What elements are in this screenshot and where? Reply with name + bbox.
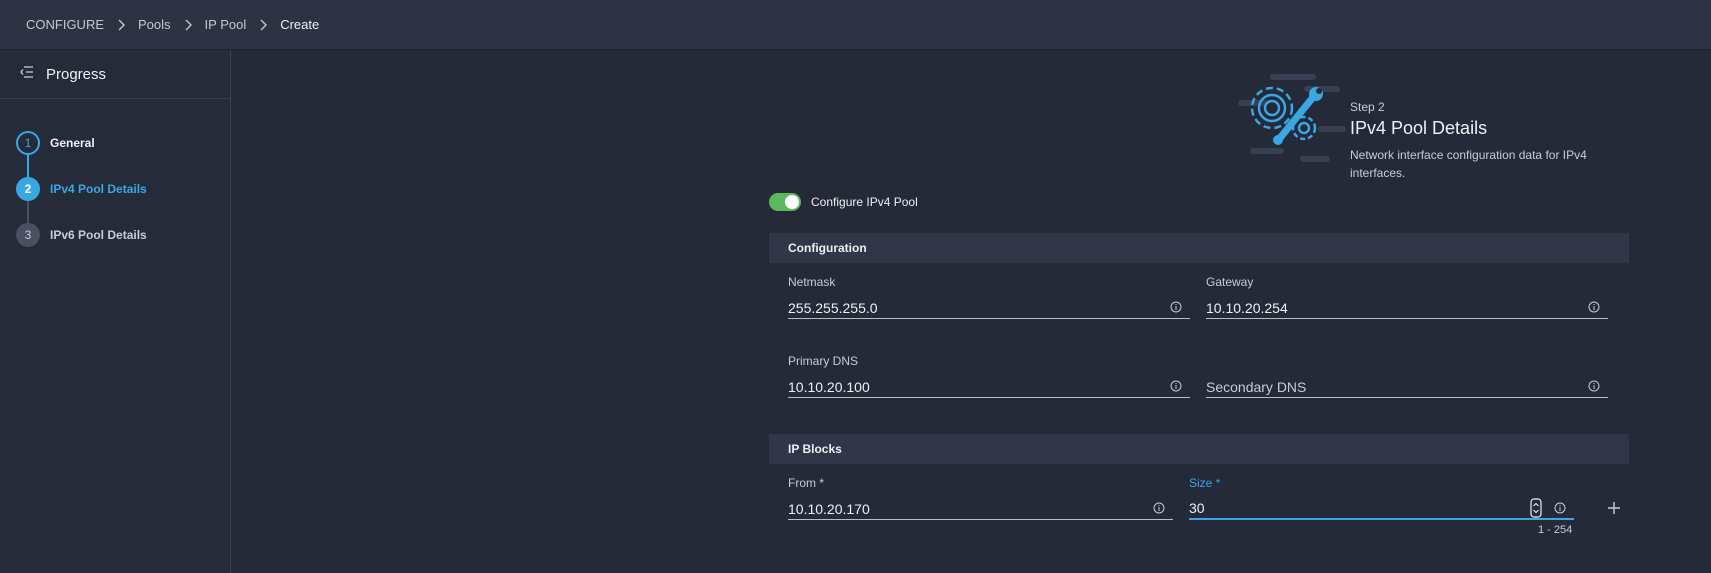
breadcrumb-pools[interactable]: Pools (138, 17, 171, 32)
collapse-menu-icon[interactable] (20, 65, 34, 83)
netmask-field: Netmask 255.255.255.0 (788, 275, 1190, 319)
step-label: IPv6 Pool Details (50, 228, 147, 242)
step-number-label: Step 2 (1350, 100, 1385, 114)
info-icon[interactable] (1153, 502, 1165, 514)
step-label: General (50, 136, 95, 150)
configuration-section-header: Configuration (769, 233, 1629, 263)
page-description: Network interface configuration data for… (1350, 148, 1587, 180)
main-content: Step 2 IPv4 Pool Details Network interfa… (232, 50, 1711, 573)
gateway-input[interactable]: 10.10.20.254 (1206, 297, 1608, 319)
ip-blocks-section-header: IP Blocks (769, 434, 1629, 464)
step-header: Step 2 IPv4 Pool Details Network interfa… (994, 70, 1587, 210)
section-title: IP Blocks (788, 442, 842, 456)
primary-dns-input[interactable]: 10.10.20.100 (788, 376, 1190, 398)
step-number: 3 (16, 223, 40, 247)
gateway-field: Gateway 10.10.20.254 (1206, 275, 1608, 319)
stepper-icon[interactable] (1530, 498, 1542, 518)
netmask-label: Netmask (788, 275, 836, 289)
step-connector (27, 155, 29, 179)
section-title: Configuration (788, 241, 867, 255)
step-ipv6-pool-details[interactable]: 3 IPv6 Pool Details (0, 212, 230, 258)
from-input[interactable]: 10.10.20.170 (788, 498, 1173, 520)
sidebar-title: Progress (46, 65, 107, 83)
step-number: 2 (16, 177, 40, 201)
breadcrumb-ip-pool[interactable]: IP Pool (205, 17, 247, 32)
size-input[interactable]: 30 (1189, 498, 1574, 520)
netmask-input[interactable]: 255.255.255.0 (788, 297, 1190, 319)
netmask-value: 255.255.255.0 (788, 299, 878, 316)
step-ipv4-pool-details[interactable]: 2 IPv4 Pool Details (0, 166, 230, 212)
progress-steps: 1 General 2 IPv4 Pool Details 3 IPv6 Poo… (0, 99, 230, 258)
chevron-right-icon (118, 19, 126, 31)
page-title: IPv4 Pool Details (1350, 118, 1488, 138)
step-general[interactable]: 1 General (0, 120, 230, 166)
step-number: 1 (16, 131, 40, 155)
primary-dns-label: Primary DNS (788, 354, 859, 368)
secondary-dns-field: Secondary DNS (1206, 354, 1608, 398)
secondary-dns-placeholder: Secondary DNS (1206, 378, 1307, 395)
size-label: Size * (1189, 476, 1221, 490)
info-icon[interactable] (1588, 380, 1600, 392)
breadcrumb: CONFIGURE Pools IP Pool Create (0, 0, 1711, 50)
toggle-label: Configure IPv4 Pool (811, 195, 918, 209)
from-field: From * 10.10.20.170 (788, 476, 1173, 520)
primary-dns-field: Primary DNS 10.10.20.100 (788, 354, 1190, 398)
breadcrumb-create: Create (280, 17, 320, 32)
progress-sidebar: Progress 1 General 2 IPv4 Pool Details 3… (0, 50, 231, 573)
info-icon[interactable] (1588, 301, 1600, 313)
plus-icon[interactable] (1607, 501, 1621, 515)
size-value: 30 (1189, 500, 1205, 516)
breadcrumb-configure[interactable]: CONFIGURE (26, 17, 104, 32)
chevron-right-icon (185, 19, 193, 31)
step-label: IPv4 Pool Details (50, 182, 147, 196)
info-icon[interactable] (1554, 502, 1566, 514)
step-connector (27, 201, 29, 225)
from-value: 10.10.20.170 (788, 500, 870, 517)
primary-dns-value: 10.10.20.100 (788, 378, 870, 395)
from-label: From * (788, 476, 824, 490)
gear-wrench-icon (1238, 74, 1346, 162)
info-icon[interactable] (1170, 380, 1182, 392)
size-field: Size * 30 (1189, 476, 1574, 520)
sidebar-header: Progress (0, 50, 230, 99)
toggle-knob (785, 195, 799, 209)
configure-ipv4-toggle[interactable] (769, 193, 801, 211)
chevron-right-icon (260, 19, 268, 31)
configure-ipv4-toggle-row: Configure IPv4 Pool (769, 193, 918, 211)
size-range-hint: 1 - 254 (1538, 524, 1573, 536)
info-icon[interactable] (1170, 301, 1182, 313)
secondary-dns-input[interactable]: Secondary DNS (1206, 376, 1608, 398)
gateway-value: 10.10.20.254 (1206, 299, 1288, 316)
gateway-label: Gateway (1206, 275, 1254, 289)
